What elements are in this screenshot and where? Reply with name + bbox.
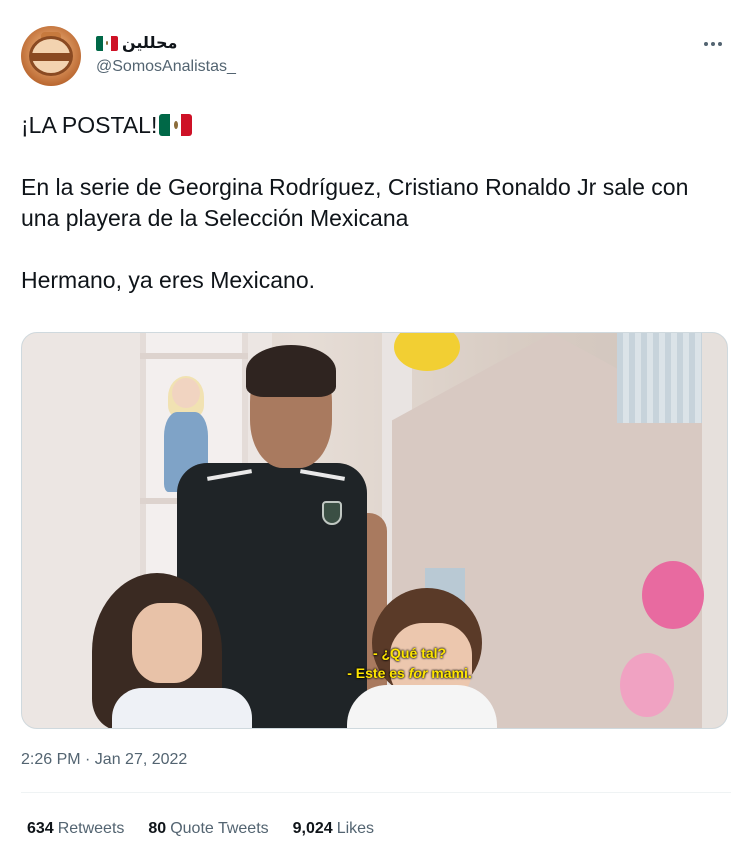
tweet-stats: 634 Retweets 80 Quote Tweets 9,024 Likes	[27, 820, 374, 838]
mexico-flag-icon	[159, 114, 193, 136]
tweet-text-paragraph3: Hermano, ya eres Mexicano.	[21, 267, 316, 293]
retweets-count: 634	[27, 820, 54, 837]
author-handle[interactable]: @SomosAnalistas_	[96, 58, 236, 76]
likes-label: Likes	[336, 820, 375, 837]
tweet-media-image[interactable]: - ¿Qué tal? - Este es for mami.	[21, 332, 728, 729]
retweets-label: Retweets	[57, 820, 125, 837]
avatar[interactable]	[21, 26, 81, 86]
video-subtitles: - ¿Qué tal? - Este es for mami.	[22, 643, 727, 683]
author-info: محللين @SomosAnalistas_	[96, 32, 236, 76]
tweet-timestamp[interactable]: 2:26 PM · Jan 27, 2022	[21, 751, 187, 769]
more-options-icon[interactable]	[701, 32, 725, 56]
divider	[21, 792, 731, 793]
subtitle-line1: - ¿Qué tal?	[372, 645, 447, 661]
retweets-stat[interactable]: 634 Retweets	[27, 820, 124, 838]
tweet: محللين @SomosAnalistas_ ¡LA POSTAL! En l…	[0, 0, 752, 841]
likes-stat[interactable]: 9,024 Likes	[293, 820, 374, 838]
pink-balloon	[642, 561, 704, 629]
quotes-count: 80	[148, 820, 167, 837]
jersey-crest-icon	[322, 501, 342, 525]
subtitle-line2: - Este es for mami.	[347, 665, 472, 681]
quote-tweets-stat[interactable]: 80 Quote Tweets	[148, 820, 268, 838]
tweet-text: ¡LA POSTAL! En la serie de Georgina Rodr…	[21, 110, 731, 296]
tweet-text-line1: ¡LA POSTAL!	[21, 110, 731, 141]
mexico-flag-icon	[96, 35, 118, 51]
likes-count: 9,024	[292, 820, 333, 837]
tweet-header: محللين @SomosAnalistas_	[21, 26, 731, 88]
quotes-label: Quote Tweets	[170, 820, 269, 837]
tweet-text-paragraph2: En la serie de Georgina Rodríguez, Crist…	[21, 174, 689, 231]
author-display-name[interactable]: محللين	[96, 32, 236, 54]
display-name-text: محللين	[122, 35, 178, 52]
